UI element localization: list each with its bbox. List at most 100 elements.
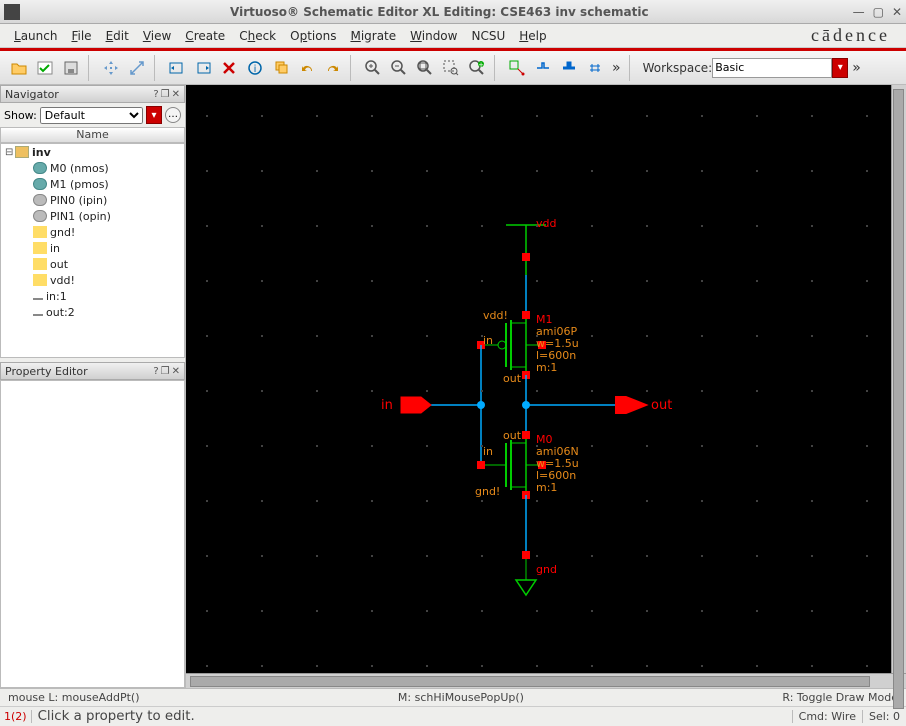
property-editor-header: Property Editor ?❐✕ — [0, 362, 185, 380]
show-options-button[interactable]: … — [165, 107, 181, 123]
copy-icon[interactable] — [269, 56, 293, 80]
horizontal-scrollbar[interactable] — [186, 673, 906, 688]
panel-help-icon[interactable]: ? — [153, 366, 158, 377]
tree-item[interactable]: M0 (nmos) — [1, 160, 184, 176]
show-dropdown-button[interactable]: ▾ — [146, 106, 162, 124]
mouse-mid: M: schHiMousePopUp() — [139, 691, 782, 704]
minimize-button[interactable]: — — [853, 5, 865, 19]
panel-close-icon[interactable]: ✕ — [172, 89, 180, 100]
menu-create[interactable]: Create — [179, 27, 231, 45]
place-wire-icon[interactable] — [531, 56, 555, 80]
menu-check[interactable]: Check — [233, 27, 282, 45]
svg-text:i: i — [254, 64, 257, 75]
status-sel: Sel: 0 — [862, 710, 906, 723]
tree-item[interactable]: M1 (pmos) — [1, 176, 184, 192]
show-label: Show: — [4, 109, 37, 122]
tree-column-header[interactable]: Name — [0, 127, 185, 143]
tree-item[interactable]: out — [1, 256, 184, 272]
toolbar-overflow-2-icon[interactable]: » — [852, 60, 861, 76]
menu-help[interactable]: Help — [513, 27, 552, 45]
tree-item[interactable]: gnd! — [1, 224, 184, 240]
menu-edit[interactable]: Edit — [100, 27, 135, 45]
m1-drain-label: out — [503, 372, 521, 385]
undo-icon[interactable] — [295, 56, 319, 80]
move-icon[interactable] — [99, 56, 123, 80]
menu-migrate[interactable]: Migrate — [344, 27, 402, 45]
navigator-title: Navigator — [5, 88, 59, 101]
brand-logo: cādence — [811, 25, 898, 46]
place-wide-wire-icon[interactable] — [557, 56, 581, 80]
m0-drain-label: out — [503, 429, 521, 442]
svg-text:+: + — [478, 61, 484, 69]
vertical-scrollbar[interactable] — [891, 85, 906, 673]
tree-item[interactable]: PIN1 (opin) — [1, 208, 184, 224]
tree-item[interactable]: PIN0 (ipin) — [1, 192, 184, 208]
save-icon[interactable] — [59, 56, 83, 80]
close-button[interactable]: ✕ — [892, 5, 902, 19]
panel-close-icon[interactable]: ✕ — [172, 366, 180, 377]
tree-item[interactable]: vdd! — [1, 272, 184, 288]
zoom-in-icon[interactable] — [361, 56, 385, 80]
schematic-canvas-wrap: vdd gnd in out vdd! in out M1 ami06P w=1… — [186, 85, 906, 688]
status-count: 1(2) — [0, 710, 32, 723]
menu-launch[interactable]: Launch — [8, 27, 63, 45]
status-cmd: Cmd: Wire — [792, 710, 862, 723]
redo-right-icon[interactable] — [191, 56, 215, 80]
gnd-net-label: gnd — [536, 563, 557, 576]
sidebar: Navigator ?❐✕ Show: Default ▾ … Name ⊟in… — [0, 85, 186, 688]
m1-vdd-label: vdd! — [483, 309, 508, 322]
panel-undock-icon[interactable]: ❐ — [161, 366, 170, 377]
maximize-button[interactable]: ▢ — [873, 5, 884, 19]
workspace-select[interactable] — [712, 58, 832, 78]
tree-item[interactable]: ⊟inv — [1, 144, 184, 160]
place-instance-icon[interactable] — [505, 56, 529, 80]
tree-item[interactable]: in — [1, 240, 184, 256]
schematic-canvas[interactable]: vdd gnd in out vdd! in out M1 ami06P w=1… — [186, 85, 906, 673]
place-net-icon[interactable] — [583, 56, 607, 80]
menu-ncsu[interactable]: NCSU — [465, 27, 511, 45]
workspace-dropdown-button[interactable]: ▾ — [832, 58, 848, 78]
menu-file[interactable]: File — [65, 27, 97, 45]
out-pin-label: out — [651, 398, 672, 413]
command-status-bar: 1(2) Cmd: Wire Sel: 0 — [0, 706, 906, 726]
property-editor-title: Property Editor — [5, 365, 88, 378]
m1-gate-label: in — [483, 334, 493, 347]
zoom-add-icon[interactable]: + — [465, 56, 489, 80]
panel-undock-icon[interactable]: ❐ — [161, 89, 170, 100]
zoom-select-icon[interactable] — [439, 56, 463, 80]
mouse-left: mouse L: mouseAddPt() — [8, 691, 139, 704]
m0-m: m:1 — [536, 481, 557, 494]
toolbar-overflow-icon[interactable]: » — [612, 60, 621, 76]
m0-gnd-label: gnd! — [475, 485, 500, 498]
workspace-label: Workspace: — [643, 61, 713, 75]
tree-item[interactable]: in:1 — [1, 288, 184, 304]
navigator-header: Navigator ?❐✕ — [0, 85, 185, 103]
tree-item[interactable]: out:2 — [1, 304, 184, 320]
app-icon — [4, 4, 20, 20]
open-icon[interactable] — [7, 56, 31, 80]
menu-window[interactable]: Window — [404, 27, 463, 45]
zoom-fit-icon[interactable] — [413, 56, 437, 80]
vdd-net-label: vdd — [536, 217, 556, 230]
menubar: Launch File Edit View Create Check Optio… — [0, 24, 906, 48]
toolbar: i + » Workspace: ▾ » — [0, 51, 906, 85]
menu-view[interactable]: View — [137, 27, 177, 45]
info-icon[interactable]: i — [243, 56, 267, 80]
window-titlebar: Virtuoso® Schematic Editor XL Editing: C… — [0, 0, 906, 24]
zoom-out-icon[interactable] — [387, 56, 411, 80]
menu-options[interactable]: Options — [284, 27, 342, 45]
scale-icon[interactable] — [125, 56, 149, 80]
mouse-right: R: Toggle Draw Mode — [782, 691, 898, 704]
check-save-icon[interactable] — [33, 56, 57, 80]
redo-left-icon[interactable] — [165, 56, 189, 80]
command-prompt[interactable] — [32, 709, 792, 724]
delete-icon[interactable] — [217, 56, 241, 80]
window-title: Virtuoso® Schematic Editor XL Editing: C… — [26, 5, 853, 19]
m0-gate-label: in — [483, 445, 493, 458]
show-select[interactable]: Default — [40, 107, 143, 124]
panel-help-icon[interactable]: ? — [153, 89, 158, 100]
m1-m: m:1 — [536, 361, 557, 374]
navigator-tree[interactable]: ⊟invM0 (nmos)M1 (pmos)PIN0 (ipin)PIN1 (o… — [0, 143, 185, 358]
property-editor-body — [0, 380, 185, 688]
redo-icon[interactable] — [321, 56, 345, 80]
